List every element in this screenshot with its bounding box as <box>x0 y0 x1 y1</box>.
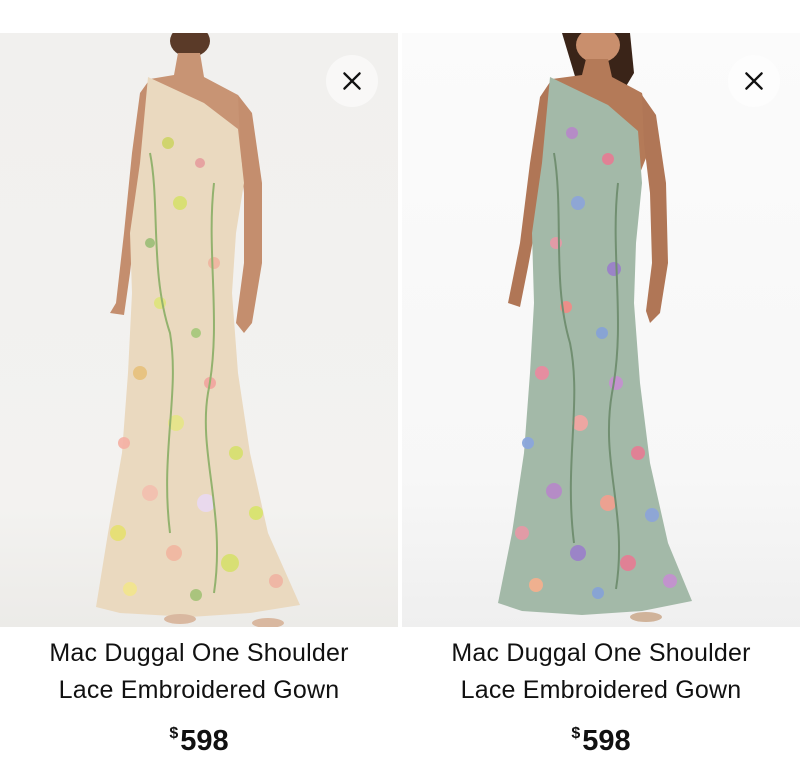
product-image[interactable] <box>0 33 398 627</box>
product-title[interactable]: Mac Duggal One Shoulder Lace Embroidered… <box>431 635 771 709</box>
product-card[interactable]: Mac Duggal One Shoulder Lace Embroidered… <box>402 33 800 769</box>
price-amount: 598 <box>582 725 631 757</box>
product-title[interactable]: Mac Duggal One Shoulder Lace Embroidered… <box>29 635 369 709</box>
top-strip <box>0 0 800 33</box>
product-compare-grid: Mac Duggal One Shoulder Lace Embroidered… <box>0 33 800 769</box>
price-currency: $ <box>169 725 179 742</box>
close-icon <box>343 72 361 90</box>
remove-button[interactable] <box>728 55 780 107</box>
product-card[interactable]: Mac Duggal One Shoulder Lace Embroidered… <box>0 33 398 769</box>
dress-photo <box>96 33 300 627</box>
remove-button[interactable] <box>326 55 378 107</box>
dress-photo <box>498 33 692 622</box>
close-icon <box>745 72 763 90</box>
product-price: $ 598 <box>169 723 228 759</box>
product-price: $ 598 <box>571 723 630 759</box>
price-amount: 598 <box>180 725 229 757</box>
price-currency: $ <box>571 725 581 742</box>
product-image[interactable] <box>402 33 800 627</box>
